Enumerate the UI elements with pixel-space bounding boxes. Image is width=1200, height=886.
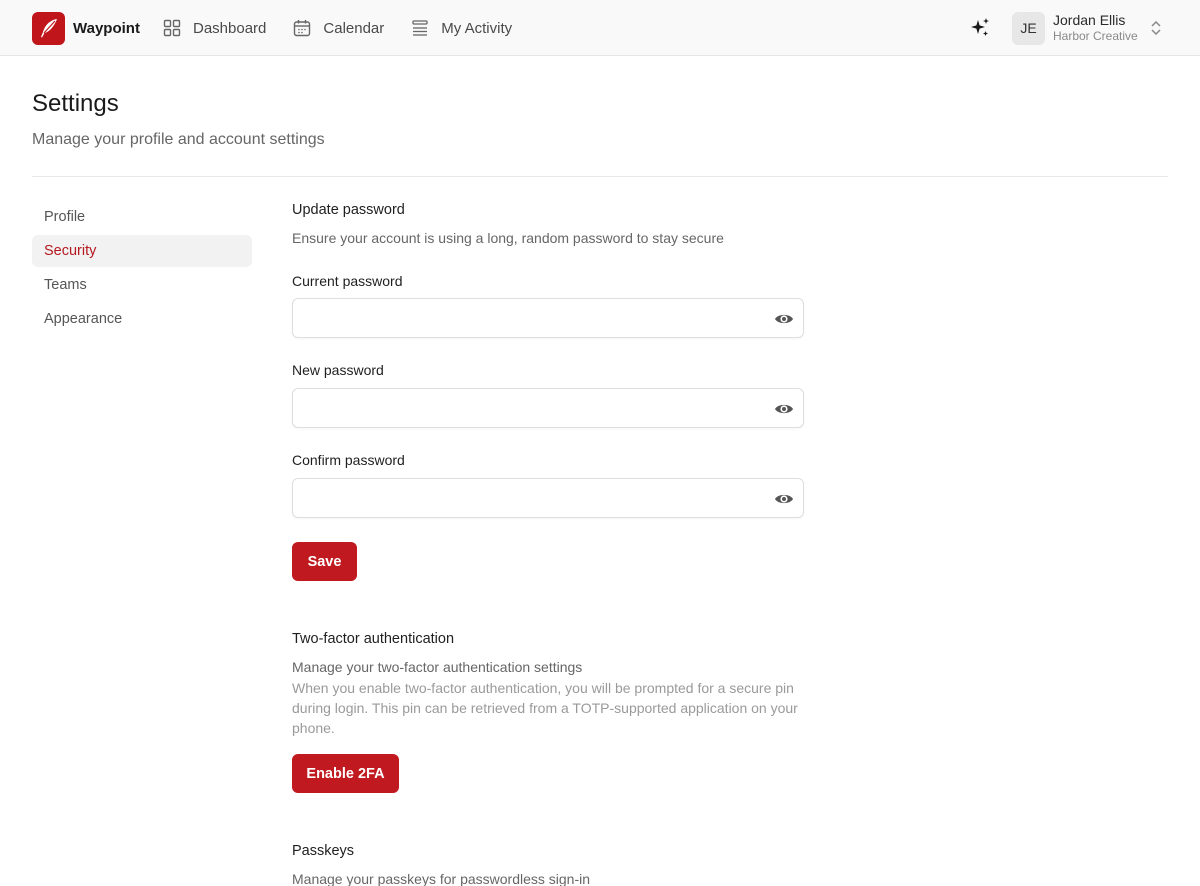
passkeys-description: Manage your passkeys for passwordless si… [292, 871, 591, 886]
chevron-up-down-icon[interactable] [1150, 19, 1162, 37]
new-password-input[interactable] [293, 389, 753, 427]
nav-dashboard[interactable]: Dashboard [162, 18, 266, 38]
nav-my-activity[interactable]: My Activity [410, 18, 512, 38]
passkeys-title: Passkeys [292, 843, 355, 859]
grid-icon [163, 19, 181, 37]
current-password-input[interactable] [293, 299, 753, 337]
main-nav: Dashboard Calendar My Activity [162, 14, 538, 42]
brand[interactable]: Waypoint [32, 11, 140, 45]
sidebar-item-profile[interactable]: Profile [32, 201, 252, 233]
avatar: JE [1012, 11, 1045, 45]
confirm-password-label: Confirm password [292, 452, 405, 468]
user-menu[interactable]: JE Jordan Ellis Harbor Creative [1012, 10, 1138, 46]
enable-2fa-button[interactable]: Enable 2FA [292, 754, 399, 793]
two-factor-title: Two-factor authentication [292, 631, 455, 647]
feather-logo-icon [32, 11, 65, 45]
calendar-icon [294, 20, 311, 37]
current-password-field [292, 298, 804, 338]
confirm-password-input[interactable] [293, 479, 753, 517]
divider [32, 176, 1168, 177]
update-password-description: Ensure your account is using a long, ran… [292, 230, 724, 246]
update-password-title: Update password [292, 202, 405, 218]
two-factor-info: When you enable two-factor authenticatio… [292, 680, 798, 736]
sidebar-item-security[interactable]: Security [32, 235, 252, 267]
nav-label: My Activity [441, 19, 513, 37]
user-info: Jordan Ellis Harbor Creative [1053, 12, 1138, 44]
eye-icon[interactable] [774, 399, 794, 419]
save-button[interactable]: Save [292, 542, 357, 581]
new-password-label: New password [292, 362, 384, 378]
confirm-password-field [292, 478, 804, 518]
eye-icon[interactable] [774, 309, 794, 329]
sidebar-item-appearance[interactable]: Appearance [32, 303, 252, 335]
list-icon [412, 20, 428, 36]
page-subtitle: Manage your profile and account settings [32, 131, 325, 148]
eye-icon[interactable] [774, 489, 794, 509]
brand-name: Waypoint [73, 19, 140, 37]
two-factor-description: Manage your two-factor authentication se… [292, 659, 583, 675]
new-password-field [292, 388, 804, 428]
sparkle-icon[interactable] [968, 16, 992, 40]
settings-sidebar: Profile Security Teams Appearance [32, 201, 252, 337]
current-password-label: Current password [292, 273, 403, 289]
page-title: Settings [32, 90, 119, 117]
nav-label: Dashboard [193, 19, 267, 37]
user-name: Jordan Ellis [1053, 12, 1126, 28]
nav-calendar[interactable]: Calendar [292, 18, 384, 38]
sidebar-item-teams[interactable]: Teams [32, 269, 252, 301]
top-bar: Waypoint Dashboard Calendar My Activity … [0, 0, 1200, 56]
user-org: Harbor Creative [1053, 29, 1138, 43]
nav-label: Calendar [323, 19, 385, 37]
